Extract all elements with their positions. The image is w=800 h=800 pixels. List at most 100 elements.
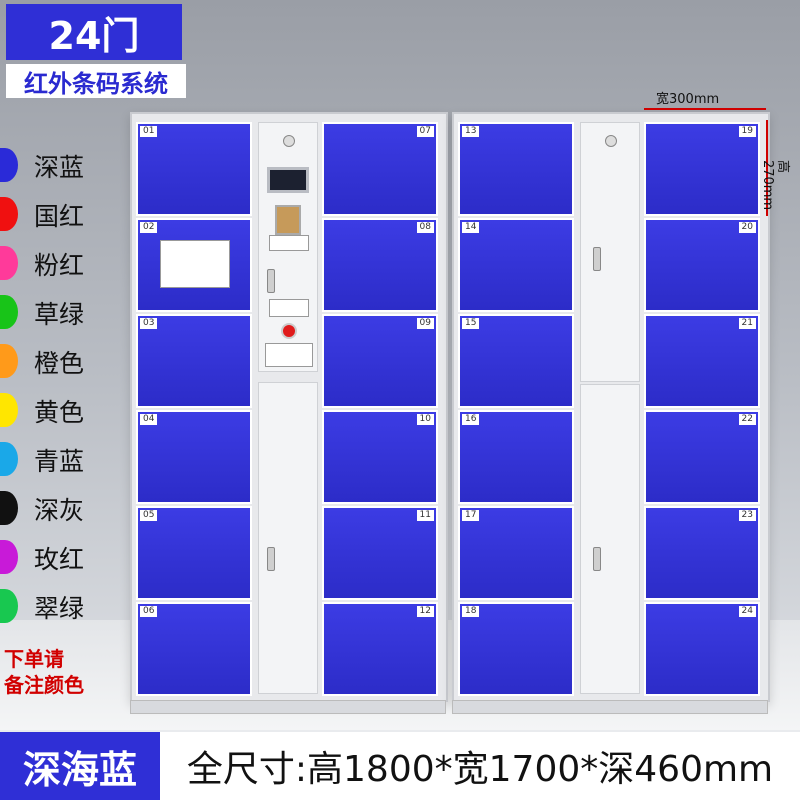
door-number: 04 [140, 414, 158, 425]
swatch-label: 粉红 [34, 251, 85, 280]
color-dot [0, 344, 18, 378]
locker-door[interactable]: 17 [458, 506, 574, 600]
swatch-rose: 玫红 [0, 538, 130, 578]
door-number: 05 [140, 510, 158, 521]
door-number: 22 [738, 414, 756, 425]
swatch-cyan: 青蓝 [0, 440, 130, 480]
control-panel [258, 122, 318, 372]
red-button-icon[interactable] [281, 323, 297, 339]
swatch-label: 青蓝 [34, 447, 85, 476]
scan-label [269, 299, 309, 317]
locker-door[interactable]: 23 [644, 506, 760, 600]
width-label: 宽300mm [656, 92, 720, 107]
swatch-label: 国红 [34, 202, 85, 231]
locker-door[interactable]: 11 [322, 506, 438, 600]
locker-door[interactable]: 14 [458, 218, 574, 312]
color-dot [0, 393, 18, 427]
swatch-orange: 橙色 [0, 342, 130, 382]
order-note: 下单请 备注颜色 [4, 646, 114, 698]
keypad[interactable] [275, 205, 301, 235]
swatch-label: 深灰 [34, 496, 85, 525]
color-dot [0, 442, 18, 476]
color-dot [0, 197, 18, 231]
swatch-yellow: 黄色 [0, 391, 130, 431]
note-line: 下单请 [4, 647, 64, 671]
door-number: 08 [416, 222, 434, 233]
swatch-dark-gray: 深灰 [0, 489, 130, 529]
locker-door[interactable]: 21 [644, 314, 760, 408]
locker-door[interactable]: 07 [322, 122, 438, 216]
locker-door[interactable]: 06 [136, 602, 252, 696]
color-dot [0, 540, 18, 574]
door-number: 01 [140, 126, 158, 137]
handle-icon[interactable] [267, 269, 275, 293]
color-dot [0, 148, 18, 182]
swatch-label: 橙色 [34, 349, 85, 378]
locker-door[interactable]: 19 [644, 122, 760, 216]
locker-door[interactable]: 22 [644, 410, 760, 504]
door-number: 24 [738, 606, 756, 617]
right-tall-door-top[interactable] [580, 122, 640, 382]
door-number: 07 [416, 126, 434, 137]
door-number: 02 [140, 222, 158, 233]
door-number: 18 [462, 606, 480, 617]
locker-door[interactable]: 18 [458, 602, 574, 696]
door-number: 21 [738, 318, 756, 329]
swatch-grass-green: 草绿 [0, 293, 130, 333]
door-number: 15 [462, 318, 480, 329]
locker-door[interactable]: 12 [322, 602, 438, 696]
width-dimension-line [644, 108, 766, 110]
door-number: 03 [140, 318, 158, 329]
swatch-red: 国红 [0, 195, 130, 235]
display-screen [267, 167, 309, 193]
door-number: 13 [462, 126, 480, 137]
lock-icon [605, 135, 617, 147]
swatch-pink: 粉红 [0, 244, 130, 284]
right-tall-door-bottom[interactable] [580, 384, 640, 694]
locker-door[interactable]: 13 [458, 122, 574, 216]
color-dot [0, 295, 18, 329]
handle-icon[interactable] [593, 547, 601, 571]
handle-icon[interactable] [593, 247, 601, 271]
locker-door[interactable]: 04 [136, 410, 252, 504]
size-spec: 全尺寸:高1800*宽1700*深460mm [160, 732, 800, 800]
height-label: 高270mm [760, 159, 791, 211]
locker-door[interactable]: 15 [458, 314, 574, 408]
locker-door[interactable]: 20 [644, 218, 760, 312]
door-count-title: 24门 [6, 4, 182, 60]
color-dot [0, 246, 18, 280]
swatch-label: 深蓝 [34, 153, 85, 182]
lock-icon [283, 135, 295, 147]
door-number: 20 [738, 222, 756, 233]
door-number: 16 [462, 414, 480, 425]
door-number: 14 [462, 222, 480, 233]
swatch-label: 黄色 [34, 398, 85, 427]
door-number: 09 [416, 318, 434, 329]
door-number: 06 [140, 606, 158, 617]
locker-door[interactable]: 03 [136, 314, 252, 408]
locker-door[interactable]: 09 [322, 314, 438, 408]
swatch-label: 翠绿 [34, 594, 85, 623]
door-number: 19 [738, 126, 756, 137]
system-subtitle: 红外条码系统 [6, 64, 186, 98]
locker-door[interactable]: 01 [136, 122, 252, 216]
swatch-label: 玫红 [34, 545, 85, 574]
swatch-label: 草绿 [34, 300, 85, 329]
locker-door[interactable]: 16 [458, 410, 574, 504]
left-base [130, 700, 446, 714]
locker-door[interactable]: 05 [136, 506, 252, 600]
operation-steps-card [160, 240, 230, 288]
swatch-emerald: 翠绿 [0, 587, 130, 627]
tall-locker-door[interactable] [258, 382, 318, 694]
color-dot [0, 491, 18, 525]
locker-door[interactable]: 24 [644, 602, 760, 696]
locker-door[interactable]: 08 [322, 218, 438, 312]
door-number: 17 [462, 510, 480, 521]
door-number: 11 [416, 510, 434, 521]
locker-door[interactable]: 10 [322, 410, 438, 504]
door-number: 10 [416, 414, 434, 425]
note-line: 备注颜色 [4, 673, 84, 697]
color-dot [0, 589, 18, 623]
barcode-exit-label [265, 343, 313, 367]
handle-icon[interactable] [267, 547, 275, 571]
